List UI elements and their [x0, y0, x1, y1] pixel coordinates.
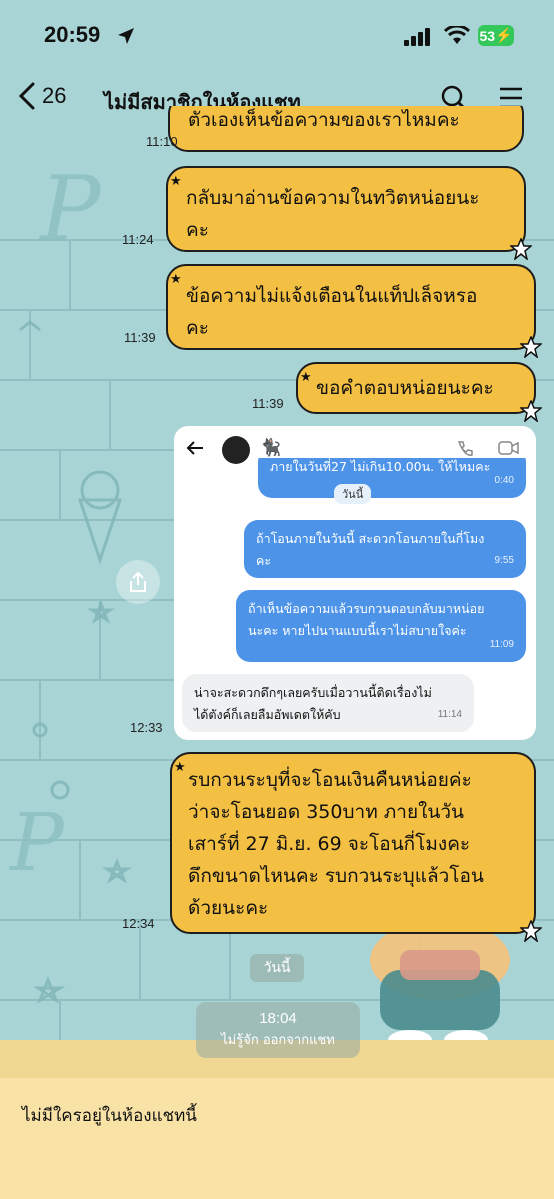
screenshot-bubble: ถ้าเห็นข้อความแล้วรบกวนตอบกลับมาหน่อย นะ… — [236, 590, 526, 662]
star-icon: ★ — [170, 272, 182, 287]
screenshot-text: คะ — [256, 553, 272, 568]
message-time: 11:39 — [124, 330, 156, 345]
message-bubble[interactable]: ★ รบกวนระบุที่จะโอนเงินคืนหน่อยค่ะ ว่าจะ… — [170, 752, 542, 942]
message-clip: ตัวเองเห็นข้อความของเราไหมคะ — [168, 106, 526, 154]
screenshot-text: ถ้าโอนภายในวันนี้ สะดวกโอนภายในกี่โมง — [256, 531, 485, 546]
star-sticker-icon — [520, 400, 542, 422]
message-text: ข้อความไม่แจ้งเตือนในแท็ปเล็จหรอ — [186, 285, 478, 307]
screenshot-text: น่าจะสะดวกดึกๆเลยครับเมื่อวานนี้ติดเรื่อ… — [194, 685, 432, 700]
status-bar: 20:59 53 ⚡ — [0, 0, 554, 72]
share-button[interactable] — [116, 560, 160, 604]
screenshot-text: ถ้าเห็นข้อความแล้วรบกวนตอบกลับมาหน่อย — [248, 601, 485, 616]
avatar — [222, 436, 250, 464]
star-sticker-icon — [520, 920, 542, 942]
svg-text:P: P — [38, 157, 102, 262]
screenshot-text: ภายในวันที่27 ไม่เกิน10.00น. ให้ไหมคะ — [270, 459, 491, 474]
message-bubble[interactable]: ★ ข้อความไม่แจ้งเตือนในแท็ปเล็จหรอ คะ — [166, 264, 542, 358]
share-icon — [130, 571, 146, 592]
screenshot-time: 0:40 — [494, 475, 514, 486]
arrow-left-icon — [186, 441, 203, 455]
video-icon — [498, 441, 519, 455]
system-message: 18:04 ไม่รู้จัก ออกจากแชท — [196, 1002, 360, 1058]
message-text: ดึกขนาดไหนคะ รบกวนระบุแล้วโอน — [188, 865, 484, 887]
message-time: 12:33 — [130, 720, 163, 735]
star-sticker-icon — [510, 238, 532, 260]
message-text: กลับมาอ่านข้อความในทวิตหน่อยนะ — [186, 187, 480, 209]
image-message[interactable]: 🐈‍⬛ ภายในวันที่27 ไม่เกิน10.00น. ให้ไหมค… — [174, 426, 536, 740]
message-text: ด้วยนะคะ — [188, 897, 269, 919]
chat-footer: ไม่มีใครอยู่ในห้องแชทนี้ — [0, 1078, 554, 1199]
message-time: 11:10 — [146, 134, 178, 149]
screenshot-text: ได้ตังค์ก็เลยลืมอัพเดตให้คับ — [194, 707, 341, 722]
message-text: เสาร์ที่ 27 มิ.ย. 69 จะโอนกี่โมงคะ — [188, 833, 471, 855]
screenshot-time: 11:14 — [437, 709, 462, 720]
svg-text:P: P — [8, 796, 65, 889]
footer-notice: ไม่มีใครอยู่ในห้องแชทนี้ — [22, 1106, 197, 1126]
screenshot-clip: ภายในวันที่27 ไม่เกิน10.00น. ให้ไหมคะ 0:… — [258, 458, 530, 504]
message-bubble[interactable]: ตัวเองเห็นข้อความของเราไหมคะ — [168, 106, 524, 152]
message-bubble[interactable]: ★ ขอคำตอบหน่อยนะคะ — [296, 362, 542, 422]
message-text: คะ — [186, 317, 209, 339]
date-divider: วันนี้ — [250, 954, 304, 982]
message-text: คะ — [186, 219, 209, 241]
system-message-text: ไม่รู้จัก ออกจากแชท — [221, 1033, 335, 1048]
screenshot-time: 11:09 — [489, 639, 514, 650]
screenshot-text: นะคะ หายไปนานแบบนี้เราไม่สบายใจค่ะ — [248, 623, 467, 638]
screenshot-date-chip: วันนี้ — [334, 484, 372, 504]
message-text: ตัวเองเห็นข้อความของเราไหมคะ — [188, 109, 460, 131]
phone-icon — [457, 441, 473, 456]
screenshot-bubble: ถ้าโอนภายในวันนี้ สะดวกโอนภายในกี่โมง คะ… — [244, 520, 526, 578]
wifi-icon — [444, 26, 470, 44]
message-text: ว่าจะโอนยอด 350บาท ภายในวัน — [188, 801, 465, 823]
battery-indicator: 53 ⚡ — [478, 25, 514, 46]
star-sticker-icon — [520, 336, 542, 358]
chevron-left-icon — [18, 82, 35, 110]
battery-level: 53 — [479, 27, 496, 44]
message-bubble[interactable]: ★ กลับมาอ่านข้อความในทวิตหน่อยนะ คะ — [166, 166, 532, 260]
message-time: 11:39 — [252, 396, 284, 411]
star-icon: ★ — [174, 760, 186, 775]
location-arrow-icon — [118, 28, 134, 44]
status-time: 20:59 — [44, 22, 101, 47]
star-icon: ★ — [170, 174, 182, 189]
screenshot-reply-bubble: น่าจะสะดวกดึกๆเลยครับเมื่อวานนี้ติดเรื่อ… — [182, 674, 474, 732]
unread-count: 26 — [42, 83, 67, 108]
system-message-time: 18:04 — [259, 1010, 297, 1027]
message-text: รบกวนระบุที่จะโอนเงินคืนหน่อยค่ะ — [188, 769, 472, 791]
screenshot-bubble: ภายในวันที่27 ไม่เกิน10.00น. ให้ไหมคะ 0:… — [258, 458, 526, 498]
message-text: ขอคำตอบหน่อยนะคะ — [316, 377, 494, 399]
back-button[interactable]: 26 — [18, 82, 66, 110]
message-time: 12:34 — [122, 916, 155, 931]
cat-icon: 🐈‍⬛ — [260, 438, 282, 458]
screenshot-time: 9:55 — [494, 555, 514, 566]
message-time: 11:24 — [122, 232, 154, 247]
cellular-signal-icon — [404, 28, 430, 46]
star-icon: ★ — [300, 370, 312, 385]
